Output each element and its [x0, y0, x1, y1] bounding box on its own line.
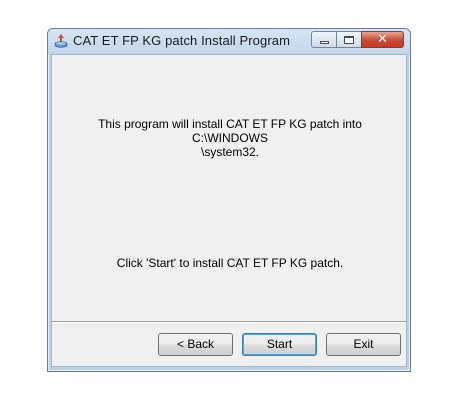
caption-buttons: ✕	[311, 31, 404, 49]
install-message-line2: \system32.	[200, 145, 260, 159]
minimize-button[interactable]	[311, 31, 336, 48]
dialog-client-area: This program will install CAT ET FP KG p…	[51, 54, 407, 367]
start-instruction: Click 'Start' to install CAT ET FP KG pa…	[116, 256, 344, 270]
exit-button[interactable]: Exit	[326, 333, 401, 356]
window-title: CAT ET FP KG patch Install Program	[73, 33, 291, 48]
maximize-button[interactable]	[336, 31, 361, 48]
minimize-icon	[320, 41, 329, 44]
close-button[interactable]: ✕	[361, 31, 404, 48]
install-message: This program will install CAT ET FP KG p…	[62, 117, 398, 159]
title-bar[interactable]: CAT ET FP KG patch Install Program ✕	[48, 29, 410, 54]
installer-window: CAT ET FP KG patch Install Program ✕ Thi…	[47, 28, 411, 372]
separator-line	[52, 321, 406, 323]
start-button[interactable]: Start	[242, 333, 317, 356]
app-installer-icon	[54, 34, 68, 48]
back-button[interactable]: < Back	[158, 333, 233, 356]
maximize-icon	[344, 36, 354, 44]
install-message-line1: This program will install CAT ET FP KG p…	[98, 117, 362, 145]
close-icon: ✕	[377, 32, 388, 47]
